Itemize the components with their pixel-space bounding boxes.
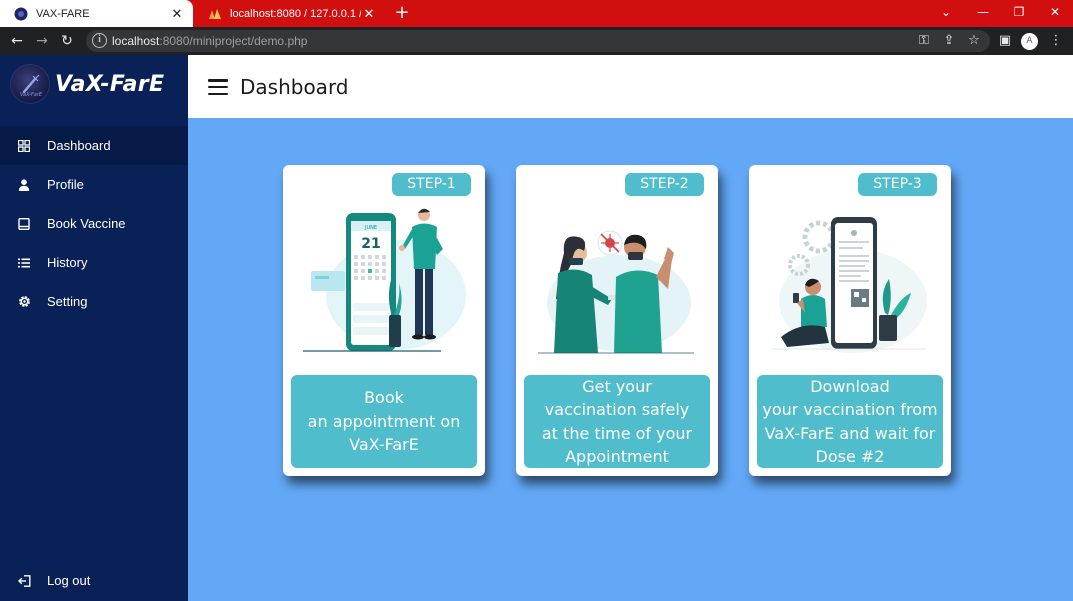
- step-card-1: STEP-1 JUNE 21 Book an appointment on Va…: [283, 165, 485, 476]
- gear-icon: [17, 295, 31, 309]
- caption-line: vaccination safely: [544, 400, 690, 419]
- brand[interactable]: VaX-FarE VaX-FarE: [0, 55, 188, 123]
- caption-line: at the time of your: [541, 423, 693, 443]
- step-badge: STEP-3: [858, 173, 937, 196]
- list-icon: [17, 256, 31, 270]
- share-icon[interactable]: ⇪: [939, 31, 959, 51]
- svg-text:21: 21: [361, 236, 380, 252]
- topbar: Dashboard: [188, 55, 1073, 118]
- syringe-icon: VaX-FarE: [20, 74, 43, 98]
- sidebar-item-book-vaccine[interactable]: Book Vaccine: [0, 204, 188, 243]
- phpmyadmin-favicon: [209, 8, 221, 19]
- book-icon: [17, 217, 31, 231]
- caption-line: VaX-FarE and wait for: [764, 423, 936, 443]
- sidebar: VaX-FarE VaX-FarE Dashboard Profile Book…: [0, 55, 188, 601]
- certificate-phone-illustration: [771, 217, 927, 353]
- page-title: Dashboard: [240, 75, 349, 99]
- key-icon[interactable]: ⚿: [914, 31, 934, 51]
- logout-label: Log out: [47, 573, 91, 588]
- brand-logo: VaX-FarE: [10, 64, 50, 104]
- caption-line: your vaccination from: [762, 400, 938, 419]
- caption-line: Get your: [582, 376, 652, 396]
- bookmark-star-icon[interactable]: ☆: [964, 31, 984, 51]
- tab-search-icon[interactable]: ⌄: [928, 0, 964, 27]
- caption-line: VaX-FarE: [349, 435, 419, 455]
- site-info-icon[interactable]: i: [92, 33, 107, 48]
- brand-name: VaX-FarE: [55, 72, 165, 97]
- step-card-3: STEP-3 Download your vaccination from Va…: [749, 165, 951, 476]
- sidebar-item-history[interactable]: History: [0, 243, 188, 282]
- minimize-icon[interactable]: —: [965, 0, 1001, 27]
- step-badge: STEP-2: [625, 173, 704, 196]
- step-badge: STEP-1: [392, 173, 471, 196]
- profile-avatar[interactable]: A: [1021, 33, 1038, 50]
- browser-tab-title: localhost:8080 / 127.0.0.1 / vax_f: [230, 7, 361, 20]
- main-content: STEP-1 JUNE 21 Book an appointment on Va…: [188, 118, 1073, 601]
- more-menu-icon[interactable]: ⋮: [1046, 31, 1066, 51]
- caption-line: Dose #2: [815, 447, 885, 466]
- step-caption: Download your vaccination from VaX-FarE …: [757, 375, 943, 468]
- sidebar-item-label: Dashboard: [47, 138, 111, 153]
- sidebar-menu: Dashboard Profile Book Vaccine History S…: [0, 126, 188, 321]
- new-tab-button[interactable]: +: [392, 3, 412, 23]
- svg-text:JUNE: JUNE: [364, 225, 377, 231]
- sidebar-item-profile[interactable]: Profile: [0, 165, 188, 204]
- caption-line: an appointment on: [307, 411, 461, 431]
- logout-icon: [17, 574, 31, 588]
- address-bar[interactable]: i localhost:8080/miniproject/demo.php: [86, 30, 990, 52]
- sidebar-item-label: Profile: [47, 177, 84, 192]
- step-caption: Book an appointment on VaX-FarE: [291, 375, 477, 468]
- reload-icon[interactable]: ↻: [57, 31, 77, 51]
- sidebar-item-label: Book Vaccine: [47, 216, 126, 231]
- back-icon[interactable]: ←: [7, 31, 27, 51]
- browser-toolbar: ← → ↻ i localhost:8080/miniproject/demo.…: [0, 27, 1073, 55]
- restore-icon[interactable]: ❐: [1001, 0, 1037, 27]
- step-card-2: STEP-2 Get your vaccination safely at th…: [516, 165, 718, 476]
- caption-line: Appointment: [565, 447, 669, 466]
- side-panel-icon[interactable]: ▣: [995, 31, 1015, 51]
- forward-icon[interactable]: →: [32, 31, 52, 51]
- browser-tab-title: VAX-FARE: [36, 7, 90, 20]
- grid-icon: [17, 139, 31, 153]
- close-tab-icon[interactable]: ✕: [361, 6, 377, 22]
- sidebar-item-dashboard[interactable]: Dashboard: [0, 126, 188, 165]
- close-window-icon[interactable]: ✕: [1037, 0, 1073, 27]
- close-tab-icon[interactable]: ✕: [169, 6, 185, 22]
- calendar-phone-illustration: JUNE 21: [303, 208, 466, 352]
- hamburger-menu-icon[interactable]: [208, 79, 228, 96]
- caption-line: Download: [810, 376, 890, 396]
- vaxfare-favicon: [14, 7, 28, 20]
- vaccination-illustration: [538, 230, 694, 354]
- caption-line: Book: [364, 388, 404, 408]
- svg-text:VaX-FarE: VaX-FarE: [20, 92, 43, 98]
- sidebar-item-label: History: [47, 255, 88, 270]
- step-caption: Get your vaccination safely at the time …: [524, 375, 710, 468]
- logout-button[interactable]: Log out: [0, 561, 188, 600]
- browser-tabstrip: VAX-FARE ✕ localhost:8080 / 127.0.0.1 / …: [0, 0, 1073, 27]
- address-url[interactable]: localhost:8080/miniproject/demo.php: [112, 34, 307, 48]
- sidebar-item-setting[interactable]: Setting: [0, 282, 188, 321]
- user-icon: [17, 178, 31, 192]
- browser-tab-vaxfare[interactable]: VAX-FARE ✕: [0, 0, 193, 27]
- app-root: VaX-FarE VaX-FarE Dashboard Profile Book…: [0, 55, 1073, 601]
- sidebar-item-label: Setting: [47, 294, 88, 309]
- browser-tab-phpmyadmin[interactable]: localhost:8080 / 127.0.0.1 / vax_f ✕: [194, 0, 385, 27]
